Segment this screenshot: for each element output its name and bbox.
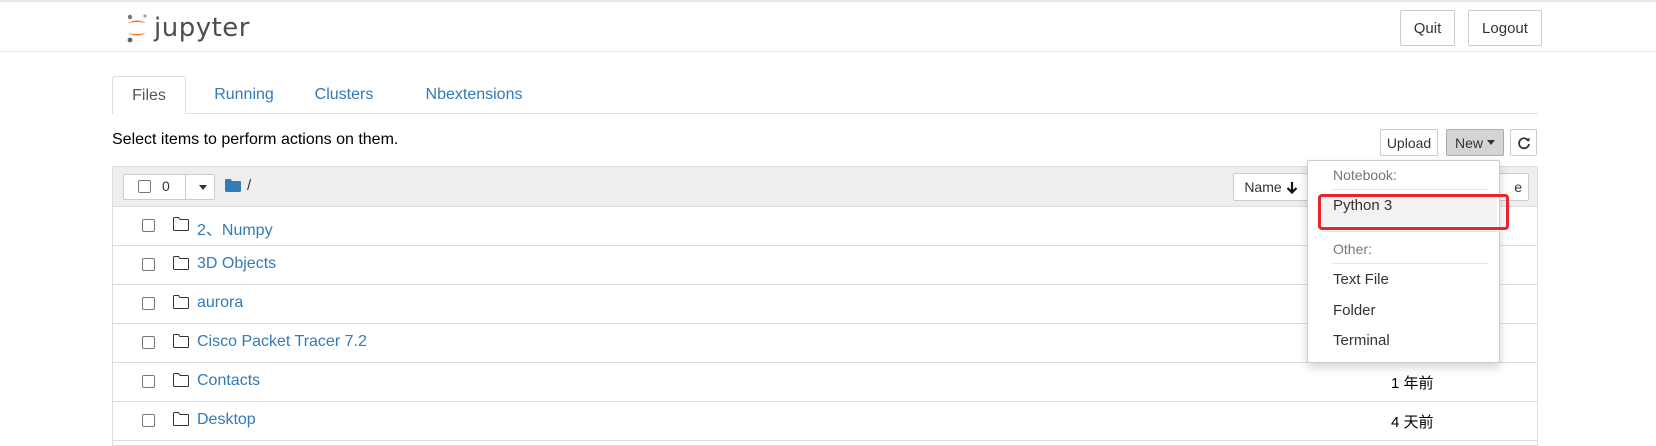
refresh-icon [1517, 136, 1530, 149]
folder-icon [173, 373, 189, 387]
select-all-checkbox[interactable] [138, 180, 151, 193]
notebook-section-header: Notebook: [1333, 167, 1397, 183]
header-bar: jupyter Quit Logout [0, 0, 1656, 52]
new-dropdown-menu: Notebook: Python 3 Other: Text File Fold… [1307, 160, 1500, 363]
red-highlight-box [1318, 194, 1509, 230]
item-modified: 1 年前 [1391, 375, 1434, 392]
selected-count: 0 [162, 178, 170, 194]
caret-down-icon [1487, 140, 1495, 145]
logout-button[interactable]: Logout [1468, 10, 1542, 46]
tab-clusters[interactable]: Clusters [308, 76, 380, 114]
new-button-label: New [1454, 134, 1483, 151]
new-folder-item[interactable]: Folder [1333, 302, 1376, 319]
upload-button[interactable]: Upload [1380, 129, 1438, 156]
logo-text: jupyter [154, 13, 250, 43]
item-checkbox[interactable] [142, 375, 155, 388]
select-all-control[interactable]: 0 [123, 174, 215, 200]
item-checkbox[interactable] [142, 336, 155, 349]
item-checkbox[interactable] [142, 414, 155, 427]
other-section-header: Other: [1333, 241, 1372, 257]
item-name-link[interactable]: 3D Objects [197, 255, 276, 273]
folder-icon [173, 412, 189, 426]
folder-icon [173, 256, 189, 270]
select-menu-caret-icon[interactable] [199, 185, 207, 190]
select-divider [185, 175, 186, 199]
folder-solid-icon[interactable] [225, 179, 241, 192]
sort-modified-label: e [1514, 179, 1522, 195]
arrow-down-icon [1286, 181, 1297, 194]
instructions-text: Select items to perform actions on them. [112, 131, 399, 148]
breadcrumb: / [225, 177, 251, 194]
sort-name-label: Name [1244, 179, 1282, 195]
folder-icon [173, 295, 189, 309]
menu-divider [1322, 231, 1500, 232]
jupyter-logo-icon [127, 14, 147, 43]
tab-running[interactable]: Running [204, 76, 284, 114]
new-dropdown-button[interactable]: New [1446, 129, 1504, 156]
new-text-file-item[interactable]: Text File [1333, 271, 1389, 288]
folder-icon [173, 217, 189, 231]
list-item[interactable]: Contacts 1 年前 [113, 363, 1537, 402]
main-tabs: Files Running Clusters Nbextensions [112, 76, 1538, 115]
item-name-link[interactable]: Cisco Packet Tracer 7.2 [197, 333, 367, 351]
item-checkbox[interactable] [142, 219, 155, 232]
item-modified: 4 天前 [1391, 414, 1434, 431]
list-item[interactable]: Desktop 4 天前 [113, 402, 1537, 441]
tab-nbextensions[interactable]: Nbextensions [402, 76, 546, 114]
jupyter-logo[interactable]: jupyter [126, 10, 250, 46]
item-name-link[interactable]: Contacts [197, 372, 260, 390]
item-name-link[interactable]: Desktop [197, 411, 256, 429]
sort-by-name-button[interactable]: Name [1233, 173, 1309, 201]
new-terminal-item[interactable]: Terminal [1333, 332, 1390, 349]
menu-divider [1333, 263, 1488, 264]
breadcrumb-root[interactable]: / [247, 177, 251, 194]
item-checkbox[interactable] [142, 297, 155, 310]
menu-divider [1333, 189, 1488, 190]
tab-files[interactable]: Files [112, 76, 186, 115]
item-name-link[interactable]: aurora [197, 294, 243, 312]
item-name-link[interactable]: 2、Numpy [197, 216, 273, 240]
item-checkbox[interactable] [142, 258, 155, 271]
refresh-button[interactable] [1510, 129, 1537, 156]
quit-button[interactable]: Quit [1400, 10, 1455, 46]
folder-icon [173, 334, 189, 348]
